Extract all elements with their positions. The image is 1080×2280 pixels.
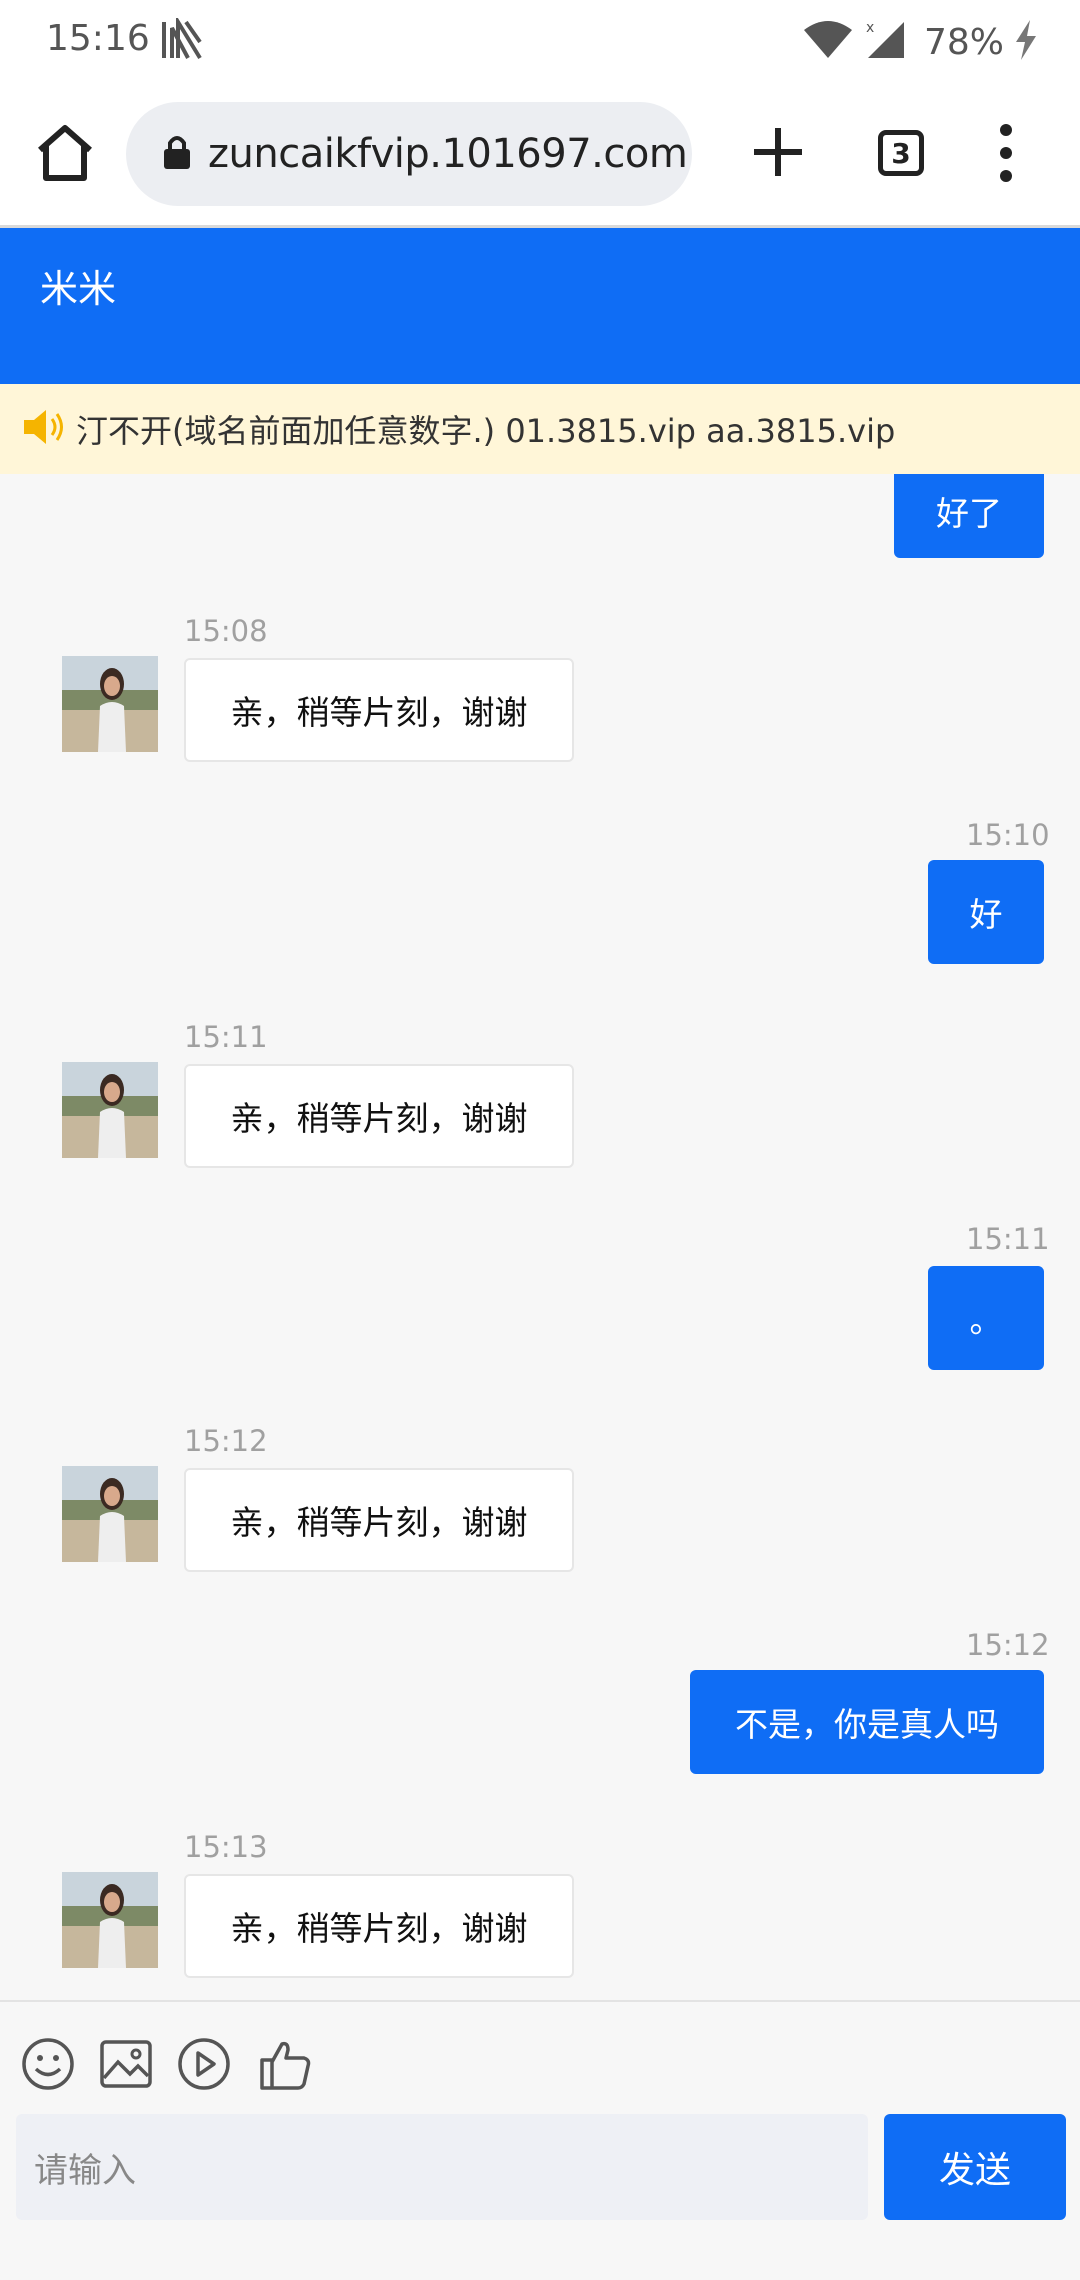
more-menu-icon[interactable] [988, 120, 1024, 186]
avatar [62, 1466, 158, 1562]
notice-text: 汀不开(域名前面加任意数字.) 01.3815.vip aa.3815.vip [76, 412, 896, 450]
outgoing-message-bubble: 不是，你是真人吗 [690, 1670, 1044, 1774]
svg-text:x: x [866, 20, 874, 36]
speaker-icon [22, 407, 68, 451]
message-time: 15:11 [184, 1020, 268, 1054]
browser-toolbar: zuncaikfvip.101697.com 3 [0, 84, 1080, 228]
chat-title: 米米 [40, 267, 117, 311]
cellular-signal-icon: x [864, 18, 908, 66]
new-tab-icon[interactable] [748, 122, 808, 182]
notification-app-icon [160, 14, 204, 66]
charging-bolt-icon [1014, 20, 1038, 64]
incoming-message-bubble: 亲，稍等片刻，谢谢 [184, 1874, 574, 1978]
message-time: 15:12 [966, 1628, 1050, 1662]
video-icon[interactable] [176, 2036, 232, 2092]
wifi-icon [802, 20, 854, 64]
outgoing-message-bubble: 好 [928, 860, 1044, 964]
message-composer: 请输入 发送 [0, 2000, 1080, 2280]
image-icon[interactable] [98, 2036, 154, 2092]
status-bar: 15:16 x 78% [0, 0, 1080, 84]
message-time: 15:12 [184, 1424, 268, 1458]
message-time: 15:08 [184, 614, 268, 648]
avatar [62, 1062, 158, 1158]
chat-header: 米米 [0, 228, 1080, 384]
outgoing-message-bubble: 。 [928, 1266, 1044, 1370]
incoming-message-bubble: 亲，稍等片刻，谢谢 [184, 1064, 574, 1168]
emoji-icon[interactable] [20, 2036, 76, 2092]
url-text: zuncaikfvip.101697.com [208, 131, 688, 177]
message-input[interactable]: 请输入 [16, 2114, 868, 2220]
incoming-message-bubble: 亲，稍等片刻，谢谢 [184, 658, 574, 762]
tab-switcher-button[interactable]: 3 [878, 130, 924, 176]
notice-bar: 汀不开(域名前面加任意数字.) 01.3815.vip aa.3815.vip [0, 384, 1080, 474]
outgoing-message-bubble: 好了 [894, 474, 1044, 558]
thumbs-up-icon[interactable] [256, 2036, 312, 2092]
status-time: 15:16 [46, 18, 150, 59]
status-right: x 78% [802, 14, 1038, 70]
message-time: 15:11 [966, 1222, 1050, 1256]
message-list: 好了 15:08 亲，稍等片刻，谢谢 15:10 好 15:11 亲，稍等片刻，… [0, 474, 1080, 2000]
send-button[interactable]: 发送 [884, 2114, 1066, 2220]
avatar [62, 656, 158, 752]
incoming-message-bubble: 亲，稍等片刻，谢谢 [184, 1468, 574, 1572]
message-time: 15:13 [184, 1830, 268, 1864]
lock-icon [162, 133, 192, 175]
message-time: 15:10 [966, 818, 1050, 852]
home-icon[interactable] [32, 120, 98, 186]
avatar [62, 1872, 158, 1968]
battery-percent: 78% [923, 21, 1004, 63]
address-bar[interactable]: zuncaikfvip.101697.com [126, 102, 692, 206]
